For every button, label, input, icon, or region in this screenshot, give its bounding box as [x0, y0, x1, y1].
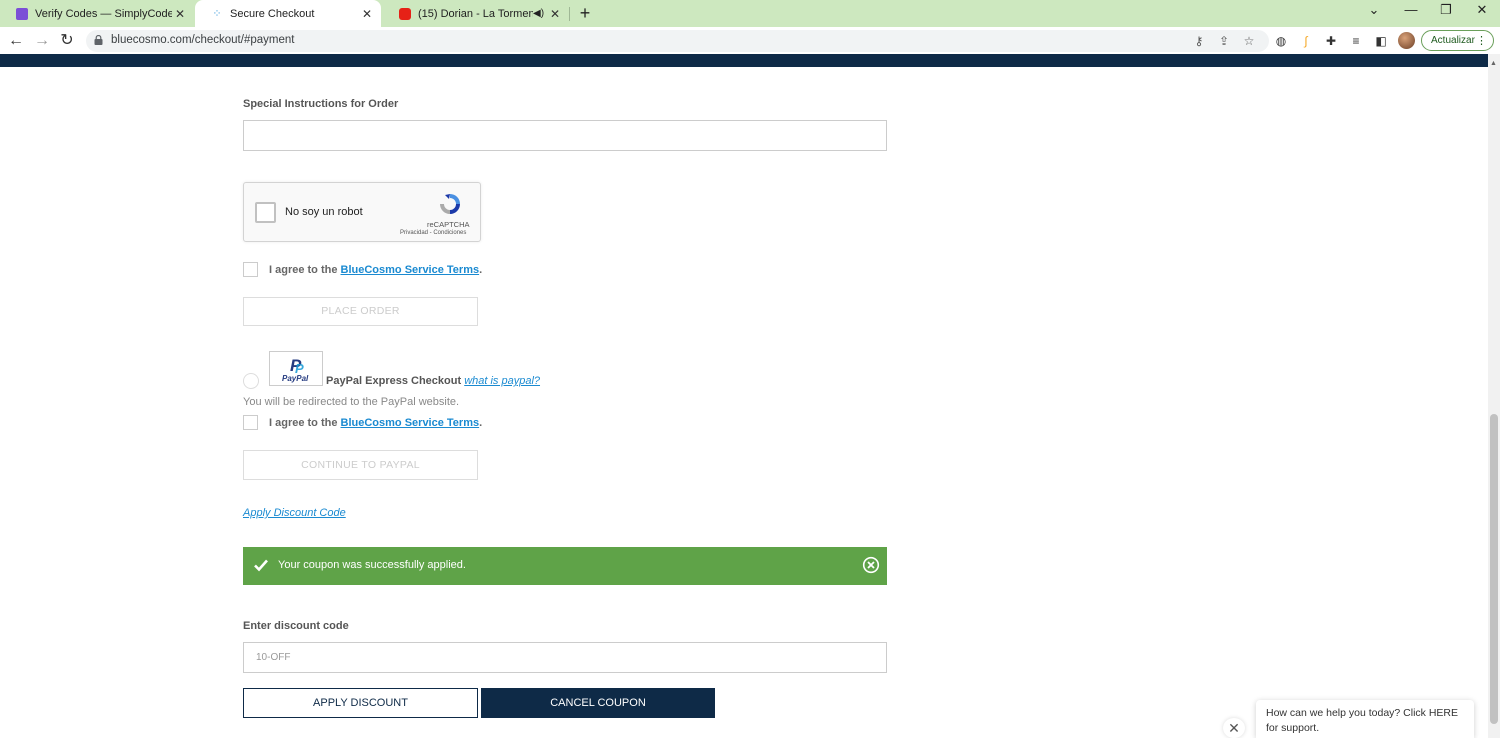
paypal-radio[interactable] [243, 373, 259, 389]
special-instructions-input[interactable] [243, 120, 887, 151]
recaptcha-logo-icon [440, 194, 460, 214]
update-button[interactable]: Actualizar ⋮ [1421, 30, 1494, 51]
paypal-redirect-note: You will be redirected to the PayPal web… [243, 396, 460, 408]
tab-title: Secure Checkout [230, 7, 315, 20]
back-button[interactable]: ← [5, 30, 27, 52]
cancel-coupon-button[interactable]: CANCEL COUPON [481, 688, 715, 718]
continue-to-paypal-button[interactable]: CONTINUE TO PAYPAL [243, 450, 478, 480]
agree-suffix: . [479, 417, 483, 429]
paypal-title-text: PayPal Express Checkout [326, 375, 462, 387]
agree-terms-checkbox-paypal[interactable] [243, 415, 258, 430]
tab-secure-checkout[interactable]: ⁘ Secure Checkout ✕ [195, 0, 381, 27]
reload-button[interactable]: ↻ [56, 30, 78, 52]
tab-youtube[interactable]: (15) Dorian - La Tormenta de ◀) ✕ [383, 0, 569, 27]
tab-title: Verify Codes — SimplyCodes [35, 7, 172, 20]
scroll-up-icon[interactable]: ▲ [1490, 60, 1497, 67]
place-order-button[interactable]: PLACE ORDER [243, 297, 478, 326]
paypal-logo-text: PayPal [282, 374, 309, 383]
loading-favicon-icon: ⁘ [212, 7, 222, 20]
recaptcha-brand: reCAPTCHA [427, 220, 470, 229]
support-chat-bubble[interactable]: How can we help you today? Click HERE fo… [1256, 700, 1474, 738]
discount-code-input[interactable]: 10-OFF [243, 642, 887, 673]
bookmark-star-icon[interactable]: ☆ [1242, 34, 1256, 48]
extensions-puzzle-icon[interactable]: ✚ [1323, 33, 1339, 49]
agree-prefix: I agree to the [269, 264, 341, 276]
key-icon[interactable]: ⚷ [1192, 34, 1206, 48]
extension-honey-icon[interactable]: ∫ [1298, 33, 1314, 49]
recaptcha-checkbox[interactable] [255, 202, 276, 223]
tab-search-chevron-icon[interactable]: ⌄ [1362, 2, 1386, 22]
tab-separator [569, 7, 570, 21]
restore-button[interactable]: ❐ [1434, 2, 1458, 22]
discount-code-placeholder: 10-OFF [256, 652, 291, 663]
translate-globe-icon[interactable]: ◍ [1273, 33, 1289, 49]
discount-code-label: Enter discount code [243, 620, 349, 632]
chat-close-icon[interactable]: ✕ [1223, 718, 1245, 738]
youtube-favicon-icon [399, 7, 411, 20]
recaptcha-label: No soy un robot [285, 206, 363, 218]
apply-discount-button[interactable]: APPLY DISCOUNT [243, 688, 478, 718]
minimize-button[interactable]: — [1399, 2, 1423, 22]
special-instructions-label: Special Instructions for Order [243, 98, 399, 110]
simplycodes-favicon-icon [16, 7, 28, 20]
reading-list-icon[interactable]: ≡ [1348, 33, 1364, 49]
url-text: bluecosmo.com/checkout/#payment [111, 34, 295, 46]
share-icon[interactable]: ⇪ [1217, 34, 1231, 48]
what-is-paypal-link[interactable]: what is paypal? [464, 375, 540, 387]
page-scrollbar[interactable]: ▲ [1488, 54, 1500, 738]
tab-title: (15) Dorian - La Tormenta de [418, 7, 533, 20]
side-panel-icon[interactable]: ◧ [1373, 33, 1389, 49]
paypal-option-title: PayPal Express Checkout what is paypal? [326, 375, 540, 387]
close-circle-icon[interactable] [862, 556, 880, 574]
agree-suffix: . [479, 264, 483, 276]
agree-terms-text: I agree to the BlueCosmo Service Terms. [269, 264, 482, 276]
close-window-button[interactable]: ✕ [1470, 2, 1494, 22]
profile-avatar[interactable] [1398, 32, 1415, 49]
close-tab-icon[interactable]: ✕ [547, 7, 563, 21]
forward-button[interactable]: → [31, 30, 53, 52]
lock-icon [94, 35, 103, 45]
apply-discount-code-link[interactable]: Apply Discount Code [243, 507, 346, 519]
browser-toolbar: ← → ↻ bluecosmo.com/checkout/#payment ⚷ … [0, 27, 1500, 54]
more-menu-icon: ⋮ [1476, 35, 1487, 47]
tab-simplycodes[interactable]: Verify Codes — SimplyCodes ✕ [0, 0, 194, 27]
close-tab-icon[interactable]: ✕ [172, 7, 188, 21]
checkmark-icon [254, 559, 268, 572]
agree-terms-text-paypal: I agree to the BlueCosmo Service Terms. [269, 417, 482, 429]
paypal-logo: P P PayPal [269, 351, 323, 386]
recaptcha-legal[interactable]: Privacidad - Condiciones [400, 230, 466, 236]
speaker-mute-icon[interactable]: ◀) [533, 8, 547, 19]
alert-message: Your coupon was successfully applied. [278, 559, 466, 571]
close-tab-icon[interactable]: ✕ [359, 7, 375, 21]
new-tab-button[interactable]: + [576, 3, 594, 23]
update-label: Actualizar [1431, 35, 1475, 46]
agree-prefix: I agree to the [269, 417, 341, 429]
service-terms-link[interactable]: BlueCosmo Service Terms [341, 417, 480, 429]
scrollbar-thumb[interactable] [1490, 414, 1498, 724]
recaptcha-widget: No soy un robot reCAPTCHA Privacidad - C… [243, 182, 481, 242]
service-terms-link[interactable]: BlueCosmo Service Terms [341, 264, 480, 276]
coupon-success-alert: Your coupon was successfully applied. [243, 547, 887, 585]
agree-terms-checkbox[interactable] [243, 262, 258, 277]
browser-tab-bar: Verify Codes — SimplyCodes ✕ ⁘ Secure Ch… [0, 0, 1500, 27]
site-header-strip [0, 54, 1488, 67]
address-bar[interactable]: bluecosmo.com/checkout/#payment ⚷ ⇪ ☆ [86, 30, 1269, 52]
